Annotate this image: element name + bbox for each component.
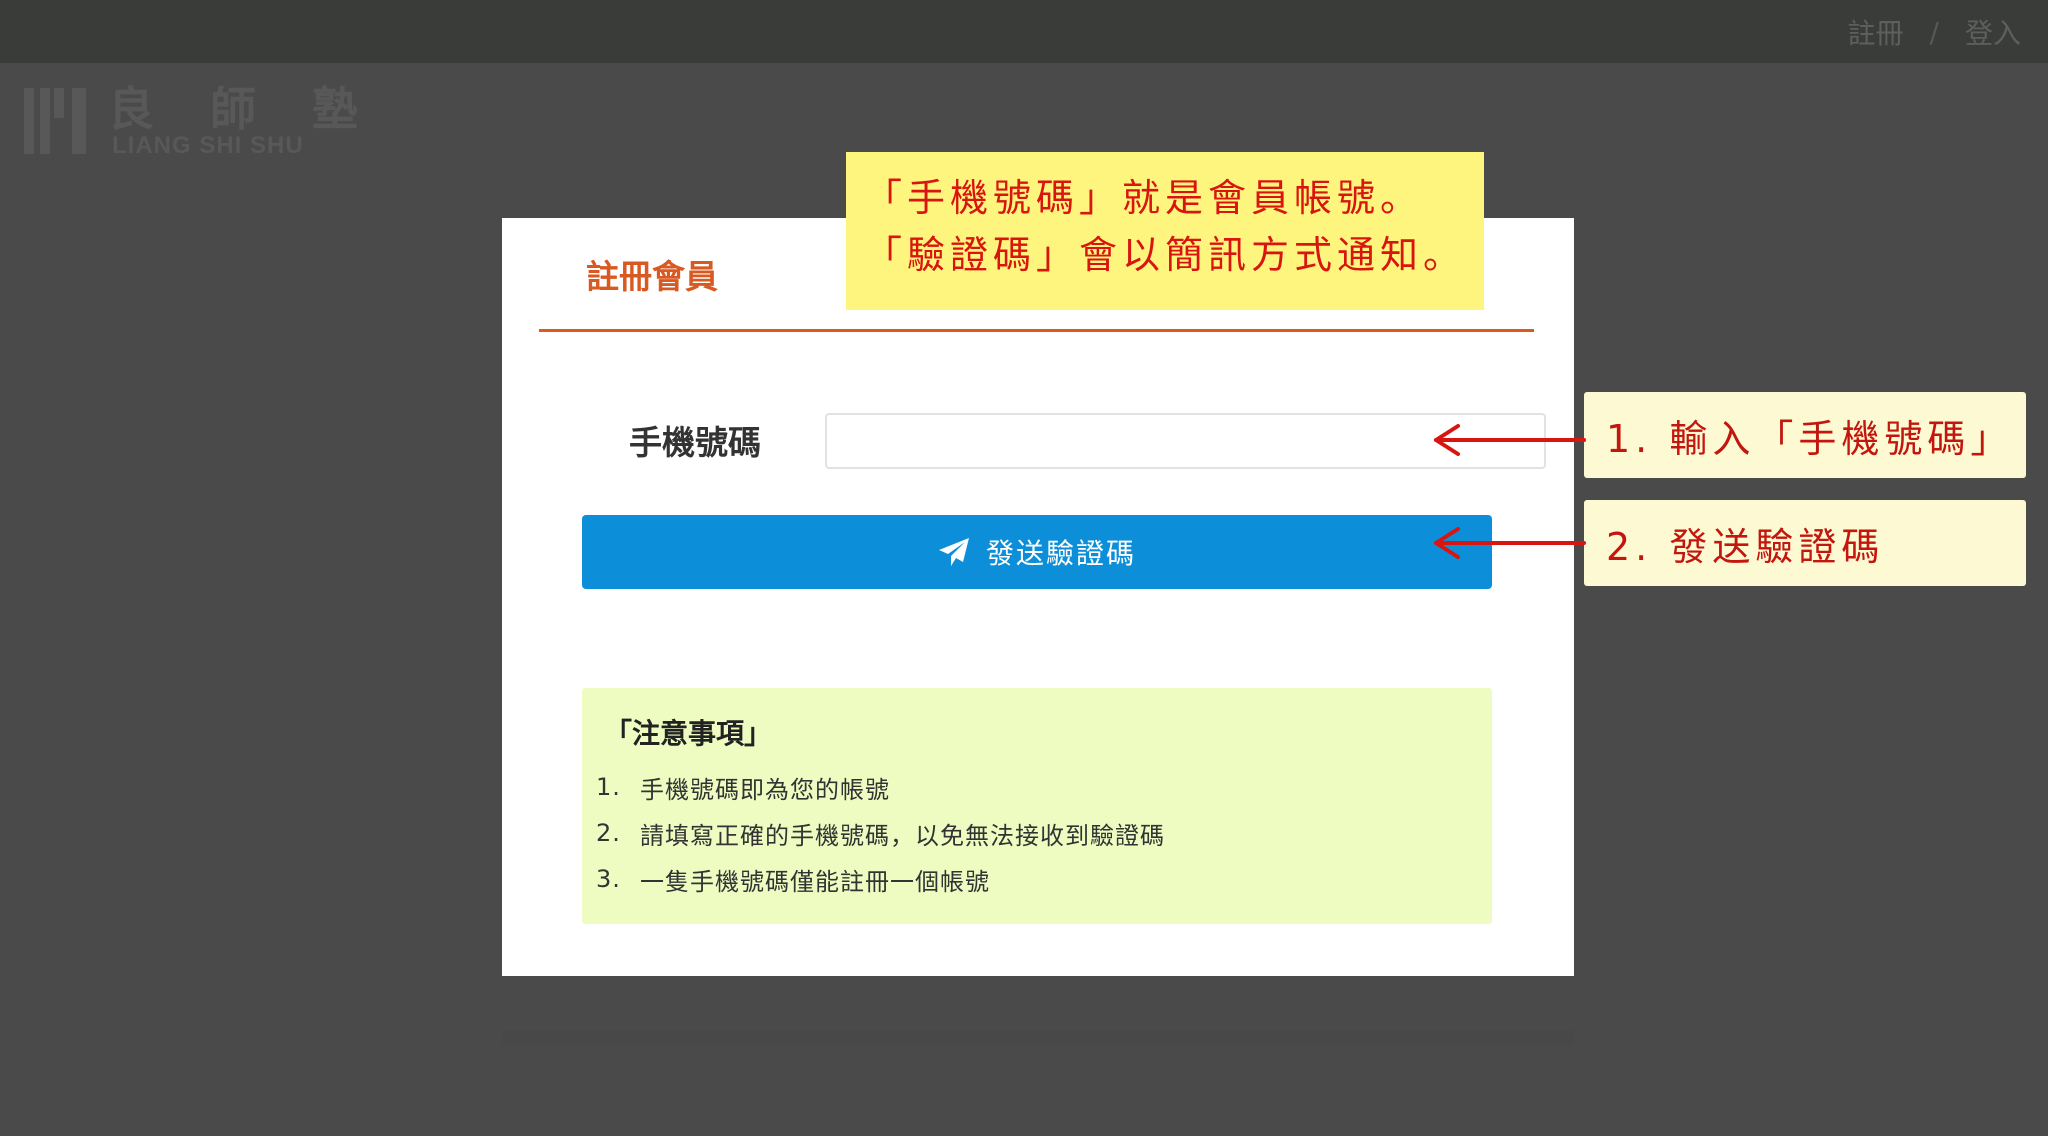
annotation-arrows [1434, 424, 1586, 559]
